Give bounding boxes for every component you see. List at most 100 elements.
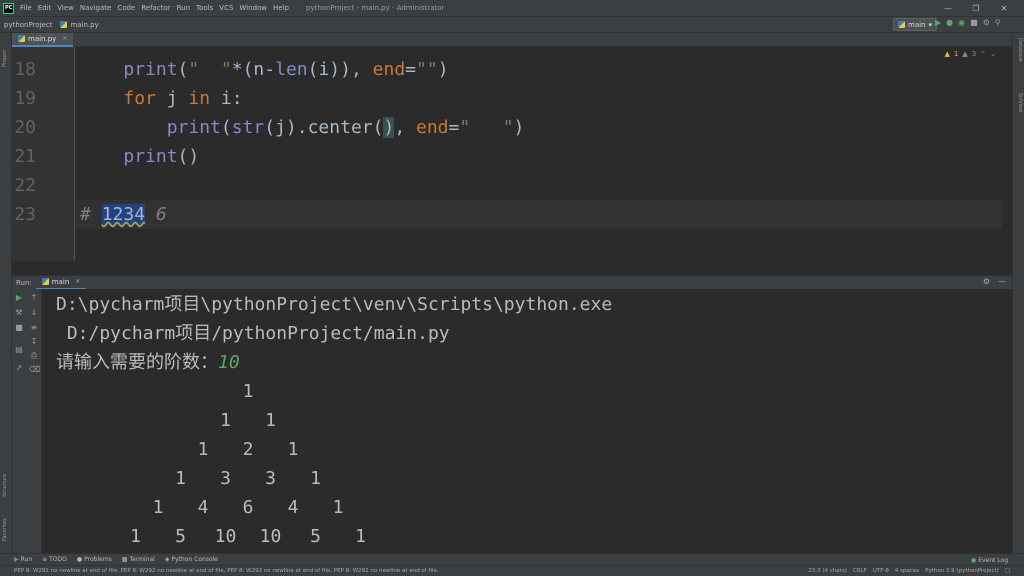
debug-icon[interactable]: ● [946,18,953,27]
print-icon[interactable]: ⎙ [29,351,39,361]
menu-file[interactable]: File [17,4,35,12]
soft-wrap-icon[interactable]: ≡ [29,323,39,332]
settings-icon[interactable]: ⚙ [983,18,990,27]
pin-icon[interactable]: ➚ [14,363,24,372]
structure-tool-label[interactable]: Structure [2,474,8,497]
minimize-panel-icon[interactable]: — [998,277,1006,286]
window-controls: — ❐ ✕ [934,0,1018,16]
code-editor[interactable]: ▲ 1 ▲ 3 ⌃ ⌄ 18 print(" "*(n-len(i)), end… [12,47,1012,261]
pycharm-logo-icon [3,2,14,14]
stop-icon[interactable]: ■ [14,323,24,332]
tab-label: main.py [28,34,57,43]
scroll-to-end-icon[interactable]: ↧ [29,337,39,346]
triangle-number: 5 [175,526,186,547]
project-tool-label[interactable]: Project [2,50,8,67]
up-arrow-icon[interactable]: ↑ [29,293,39,302]
todo-tool-button[interactable]: ≡ TODO [37,556,72,563]
run-console[interactable]: D:\pycharm项目\pythonProject\venv\Scripts\… [42,289,1012,553]
down-arrow-icon[interactable]: ↓ [29,308,39,317]
breadcrumb-project[interactable]: pythonProject [0,21,56,29]
database-tool-label[interactable]: Database [1017,38,1023,62]
terminal-tool-button[interactable]: ▩ Terminal [117,556,160,563]
menu-view[interactable]: View [54,4,77,12]
breadcrumb-file[interactable]: main.py [56,21,102,29]
run-icon: ▶ [14,556,19,563]
menu-navigate[interactable]: Navigate [77,4,114,12]
run-icon[interactable]: ▶ [935,18,941,27]
menu-edit[interactable]: Edit [35,4,55,12]
code-line: 22 [12,171,1002,200]
lock-icon[interactable]: □ [1005,568,1010,574]
run-config-label: main [908,20,926,29]
menu-run[interactable]: Run [174,4,193,12]
code-text: for j in i: [123,88,243,109]
code-line: 23 # 1234 6 [12,200,1002,229]
run-tool-button[interactable]: ▶ Run [0,556,37,563]
triangle-number: 2 [242,439,254,460]
line-number: 21 [14,146,36,167]
rerun-icon[interactable]: ▶ [14,293,24,302]
close-icon[interactable]: ✕ [990,4,1018,13]
run-tab-main[interactable]: main ✕ [35,276,87,290]
menu-code[interactable]: Code [114,4,138,12]
run-config-selector[interactable]: main ▾ [893,18,938,31]
editor-tabs: main.py ✕ [12,32,1012,47]
sciview-tool-label[interactable]: SciView [1017,93,1023,112]
file-encoding[interactable]: UTF-8 [873,568,889,574]
line-separator[interactable]: CRLF [853,568,867,574]
caret-position[interactable]: 23:3 (4 chars) [808,568,847,574]
comment-suffix: 6 [145,204,167,225]
gear-icon[interactable]: ⚙ [983,277,990,286]
navigation-bar: pythonProject main.py main ▾ ▶ ● ◉ ■ ⚙ ⚲ [0,16,1024,33]
run-toolbar: ▶ ↑ ⚒ ↓ ■ ≡ ↧ ▤ ⎙ ➚ ⌫ [12,289,42,553]
menu-bar: File Edit View Navigate Code Refactor Ru… [0,0,1024,16]
chevron-down-icon: ▾ [928,20,933,29]
restore-icon[interactable]: ❐ [962,4,990,13]
stop-icon[interactable]: ■ [970,18,978,27]
code-line: 21 print() [12,142,1002,171]
python-interpreter[interactable]: Python 3.9 (pythonProject) [925,568,999,574]
close-tab-icon[interactable]: ✕ [75,278,80,285]
python-file-icon [60,21,68,28]
console-prompt-line: 请输入需要的阶数：10 [56,348,240,377]
run-header-actions: ⚙ — [983,277,1006,286]
wrench-icon[interactable]: ⚒ [14,308,24,317]
favorites-tool-label[interactable]: Favorites [2,518,8,541]
status-bar: PEP 8: W292 no newline at end of file, P… [0,565,1024,576]
problems-tool-button[interactable]: ● Problems [72,556,117,563]
layout-icon[interactable]: ▤ [14,345,24,354]
trash-icon[interactable]: ⌫ [29,365,40,374]
run-actions: ▶ ● ◉ ■ ⚙ ⚲ [935,18,1001,27]
console-line: D:\pycharm项目\pythonProject\venv\Scripts\… [56,294,613,315]
line-number: 20 [14,117,36,138]
python-file-icon [18,35,25,42]
line-number: 22 [14,175,36,196]
triangle-number: 1 [265,410,276,431]
python-file-icon [41,278,49,285]
menu-help[interactable]: Help [270,4,292,12]
close-tab-icon[interactable]: ✕ [62,35,67,42]
line-number: 23 [14,204,36,225]
breadcrumb-file-label: main.py [70,20,99,29]
triangle-number: 3 [220,468,231,489]
python-console-icon: ◈ [164,556,170,563]
triangle-number: 4 [287,497,299,518]
indent-setting[interactable]: 4 spaces [895,568,919,574]
triangle-number: 1 [332,497,344,518]
triangle-number: 1 [355,526,366,547]
menu-tools[interactable]: Tools [193,4,216,12]
menu-vcs[interactable]: VCS [216,4,236,12]
search-icon[interactable]: ⚲ [995,18,1001,27]
triangle-number: 1 [175,468,186,489]
coverage-icon[interactable]: ◉ [958,18,965,27]
python-file-icon [898,21,905,28]
user-input-text: 10 [218,352,240,373]
menu-refactor[interactable]: Refactor [138,4,173,12]
python-console-tool-button[interactable]: ◈ Python Console [160,556,223,563]
run-label: Run: [16,278,32,287]
menu-window[interactable]: Window [236,4,270,12]
minimize-icon[interactable]: — [934,4,962,13]
status-message: PEP 8: W292 no newline at end of file, P… [14,568,439,574]
tab-main-py[interactable]: main.py ✕ [12,32,74,47]
triangle-number: 3 [265,468,276,489]
